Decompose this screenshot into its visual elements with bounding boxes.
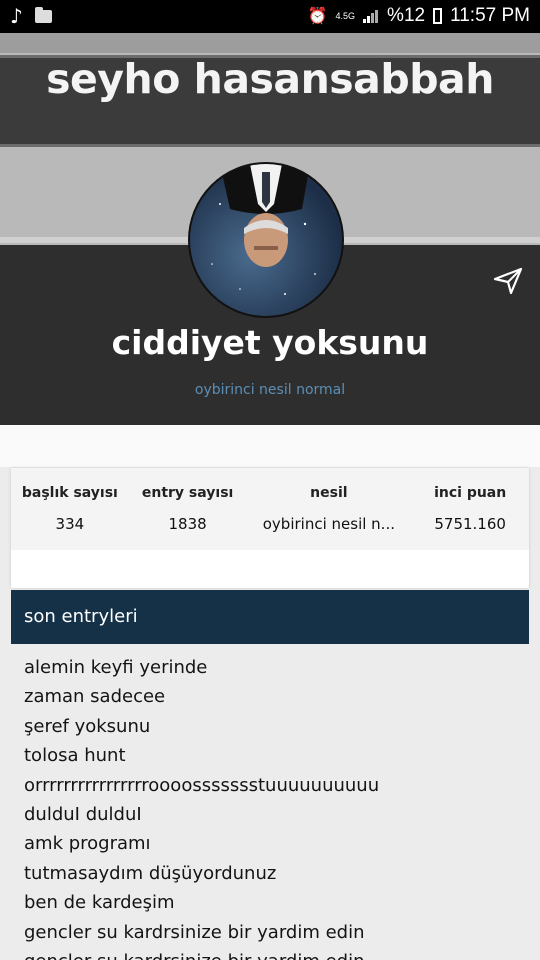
list-item[interactable]: şeref yoksunu bbox=[24, 712, 529, 741]
clock: 11:57 PM bbox=[450, 5, 530, 26]
battery-icon bbox=[433, 8, 443, 24]
list-item[interactable]: alemin keyfi yerinde bbox=[24, 653, 529, 682]
list-item[interactable]: ben de kardeşim bbox=[24, 888, 529, 917]
avatar[interactable] bbox=[188, 162, 344, 318]
list-item[interactable]: gencler su kardrsinize bir yardim edin bbox=[24, 918, 529, 947]
stat-label: nesil bbox=[310, 485, 348, 501]
stats-card: başlık sayısı 334 entry sayısı 1838 nesi… bbox=[11, 468, 529, 588]
stat-entry-count: entry sayısı 1838 bbox=[129, 468, 247, 550]
stat-topic-count: başlık sayısı 334 bbox=[11, 468, 129, 550]
stat-value: oybirinci nesil n... bbox=[262, 515, 395, 533]
list-item[interactable]: tolosa hunt bbox=[24, 741, 529, 770]
alarm-icon: ⏰ bbox=[307, 8, 328, 25]
stats-row: başlık sayısı 334 entry sayısı 1838 nesi… bbox=[11, 468, 529, 550]
stat-label: inci puan bbox=[434, 485, 507, 501]
music-note-icon: ♪ bbox=[10, 4, 23, 28]
signal-icon bbox=[363, 10, 379, 23]
profile-subtitle[interactable]: oybirinci nesil normal bbox=[0, 382, 540, 398]
recent-entries-header: son entryleri bbox=[11, 590, 529, 644]
list-item[interactable]: tutmasaydım düşüyordunuz bbox=[24, 859, 529, 888]
list-item[interactable]: orrrrrrrrrrrrrrrroooossssssstuuuuuuuuuu bbox=[24, 771, 529, 800]
stat-value: 1838 bbox=[168, 515, 207, 533]
folder-icon bbox=[34, 6, 52, 23]
network-type: 4.5G bbox=[335, 10, 356, 21]
cover-text: seyho hasansabbah bbox=[46, 55, 494, 103]
stat-generation: nesil oybirinci nesil n... bbox=[246, 468, 411, 550]
list-item[interactable]: dulduI dulduI bbox=[24, 800, 529, 829]
status-bar: ♪ ⏰ 4.5G %12 11:57 PM bbox=[0, 0, 540, 33]
stat-inci-score: inci puan 5751.160 bbox=[411, 468, 529, 550]
send-icon[interactable] bbox=[493, 267, 523, 295]
list-item[interactable]: gencler su kardrsinize bir yardim edin bbox=[24, 947, 529, 960]
profile-name: ciddiyet yoksunu bbox=[111, 323, 429, 362]
recent-entries-title: son entryleri bbox=[24, 606, 138, 627]
avatar-image bbox=[211, 164, 316, 295]
recent-entries-list: alemin keyfi yerinde zaman sadecee şeref… bbox=[11, 644, 529, 960]
stat-value: 334 bbox=[55, 515, 85, 533]
stat-label: entry sayısı bbox=[141, 485, 234, 501]
list-item[interactable]: zaman sadecee bbox=[24, 682, 529, 711]
battery-percent: %12 bbox=[387, 5, 426, 26]
stat-value: 5751.160 bbox=[434, 515, 506, 533]
stat-label: başlık sayısı bbox=[21, 485, 118, 501]
list-item[interactable]: amk programı bbox=[24, 829, 529, 858]
